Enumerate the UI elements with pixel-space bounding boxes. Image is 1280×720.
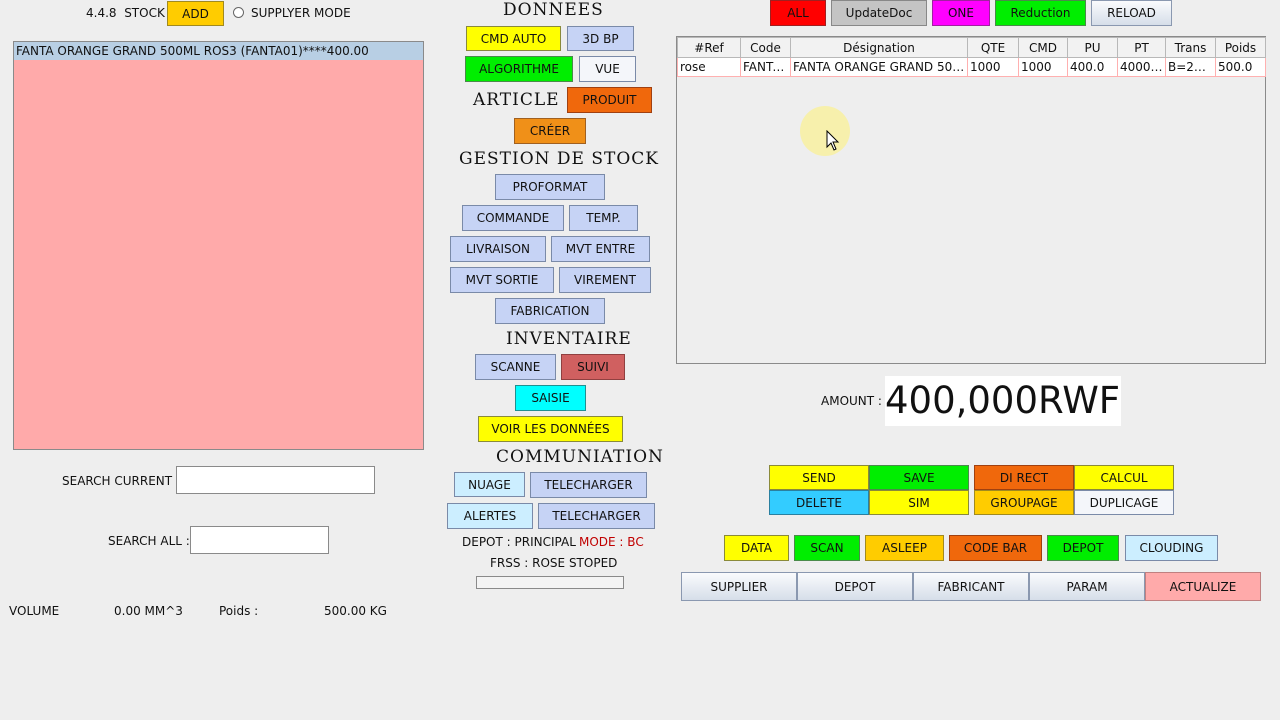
clouding-button[interactable]: CLOUDING	[1125, 535, 1218, 561]
produit-button[interactable]: PRODUIT	[567, 87, 652, 113]
mode-status: MODE : BC	[579, 535, 644, 549]
calcul-button[interactable]: CALCUL	[1074, 465, 1174, 490]
3d-bp-button[interactable]: 3D BP	[567, 26, 634, 51]
depot-status: DEPOT : PRINCIPAL	[462, 535, 576, 549]
cell-qte[interactable]: 1000	[967, 57, 1019, 77]
supplier-mode-radio[interactable]	[233, 7, 244, 18]
cell-cmd[interactable]: 1000	[1018, 57, 1068, 77]
mouse-pointer-icon	[826, 130, 840, 151]
poids-value: 500.00 KG	[324, 604, 387, 618]
voir-donnees-button[interactable]: VOIR LES DONNÉES	[478, 416, 623, 442]
telecharger-button-2[interactable]: TELECHARGER	[538, 503, 655, 529]
search-current-input[interactable]	[176, 466, 375, 494]
scan-button[interactable]: SCAN	[794, 535, 860, 561]
add-button[interactable]: ADD	[167, 1, 224, 26]
proformat-button[interactable]: PROFORMAT	[495, 174, 605, 200]
volume-value: 0.00 MM^3	[114, 604, 183, 618]
search-current-label: SEARCH CURRENT :	[62, 474, 180, 488]
cell-trans[interactable]: B=214...	[1165, 57, 1216, 77]
livraison-button[interactable]: LIVRAISON	[450, 236, 546, 262]
amount-value: 400,000RWF	[885, 376, 1121, 426]
creer-button[interactable]: CRÉER	[514, 118, 586, 144]
version-label: 4.4.8 STOCK	[86, 6, 165, 20]
cursor-highlight	[800, 106, 850, 156]
sim-button[interactable]: SIM	[869, 490, 969, 515]
send-button[interactable]: SEND	[769, 465, 869, 490]
inventaire-title: INVENTAIRE	[506, 329, 632, 349]
one-button[interactable]: ONE	[932, 0, 990, 26]
table-header-row: #Ref Code Désignation QTE CMD PU PT Tran…	[677, 37, 1266, 58]
delete-button[interactable]: DELETE	[769, 490, 869, 515]
direct-button[interactable]: DI RECT	[974, 465, 1074, 490]
article-title: ARTICLE	[473, 90, 560, 110]
donnees-title: DONNEES	[503, 0, 604, 20]
code-bar-button[interactable]: CODE BAR	[949, 535, 1042, 561]
stock-list-item[interactable]: FANTA ORANGE GRAND 500ML ROS3 (FANTA01)*…	[14, 42, 423, 60]
algorithme-button[interactable]: ALGORITHME	[465, 56, 573, 82]
stock-label: STOCK	[124, 6, 165, 20]
poids-label: Poids :	[219, 604, 259, 618]
vue-button[interactable]: VUE	[579, 56, 636, 82]
duplicage-button[interactable]: DUPLICAGE	[1074, 490, 1174, 515]
nuage-button[interactable]: NUAGE	[454, 472, 525, 497]
column-header-ref[interactable]: #Ref	[677, 37, 741, 58]
stock-list[interactable]: FANTA ORANGE GRAND 500ML ROS3 (FANTA01)*…	[13, 41, 424, 450]
search-all-input[interactable]	[190, 526, 329, 554]
actualize-nav-button[interactable]: ACTUALIZE	[1145, 572, 1261, 601]
column-header-trans[interactable]: Trans	[1165, 37, 1216, 58]
column-header-cmd[interactable]: CMD	[1018, 37, 1068, 58]
volume-label: VOLUME	[9, 604, 60, 618]
depot-nav-button[interactable]: DEPOT	[797, 572, 913, 601]
frss-status: FRSS : ROSE STOPED	[490, 556, 618, 570]
version-number: 4.4.8	[86, 6, 117, 20]
communication-title: COMMUNIATION	[496, 447, 664, 467]
doc-table[interactable]: #Ref Code Désignation QTE CMD PU PT Tran…	[677, 37, 1266, 77]
alertes-button[interactable]: ALERTES	[447, 503, 533, 529]
gestion-stock-title: GESTION DE STOCK	[459, 149, 659, 169]
all-button[interactable]: ALL	[770, 0, 826, 26]
telecharger-button-1[interactable]: TELECHARGER	[530, 472, 647, 498]
cell-pt[interactable]: 40000...	[1117, 57, 1166, 77]
virement-button[interactable]: VIREMENT	[559, 267, 651, 293]
column-header-designation[interactable]: Désignation	[790, 37, 968, 58]
saisie-button[interactable]: SAISIE	[515, 385, 586, 411]
column-header-pu[interactable]: PU	[1067, 37, 1118, 58]
table-row[interactable]: rose FANTA... FANTA ORANGE GRAND 500... …	[677, 57, 1266, 77]
update-doc-button[interactable]: UpdateDoc	[831, 0, 927, 26]
column-header-code[interactable]: Code	[740, 37, 791, 58]
cell-pu[interactable]: 400.0	[1067, 57, 1118, 77]
column-header-poids[interactable]: Poids	[1215, 37, 1266, 58]
search-all-label: SEARCH ALL :	[108, 534, 190, 548]
column-header-pt[interactable]: PT	[1117, 37, 1166, 58]
scanne-button[interactable]: SCANNE	[475, 354, 556, 380]
save-button[interactable]: SAVE	[869, 465, 969, 490]
fabrication-button[interactable]: FABRICATION	[495, 298, 605, 324]
amount-label: AMOUNT :	[821, 394, 882, 408]
supplier-mode-label: SUPPLYER MODE	[251, 6, 351, 20]
groupage-button[interactable]: GROUPAGE	[974, 490, 1074, 515]
commande-button[interactable]: COMMANDE	[462, 205, 564, 231]
param-nav-button[interactable]: PARAM	[1029, 572, 1145, 601]
supplier-nav-button[interactable]: SUPPLIER	[681, 572, 797, 601]
cmd-auto-button[interactable]: CMD AUTO	[466, 26, 561, 51]
mvt-entre-button[interactable]: MVT ENTRE	[551, 236, 650, 262]
cell-designation[interactable]: FANTA ORANGE GRAND 500...	[790, 57, 968, 77]
data-button[interactable]: DATA	[724, 535, 789, 561]
depot-tool-button[interactable]: DEPOT	[1047, 535, 1119, 561]
progress-bar	[476, 576, 624, 589]
column-header-qte[interactable]: QTE	[967, 37, 1019, 58]
cell-ref[interactable]: rose	[677, 57, 741, 77]
suivi-button[interactable]: SUIVI	[561, 354, 625, 380]
cell-poids[interactable]: 500.0	[1215, 57, 1266, 77]
fabricant-nav-button[interactable]: FABRICANT	[913, 572, 1029, 601]
temp-button[interactable]: TEMP.	[569, 205, 638, 231]
mvt-sortie-button[interactable]: MVT SORTIE	[450, 267, 554, 293]
doc-table-container[interactable]: #Ref Code Désignation QTE CMD PU PT Tran…	[676, 36, 1266, 364]
reduction-button[interactable]: Reduction	[995, 0, 1086, 26]
reload-button[interactable]: RELOAD	[1091, 0, 1172, 26]
cell-code[interactable]: FANTA...	[740, 57, 791, 77]
asleep-button[interactable]: ASLEEP	[865, 535, 944, 561]
